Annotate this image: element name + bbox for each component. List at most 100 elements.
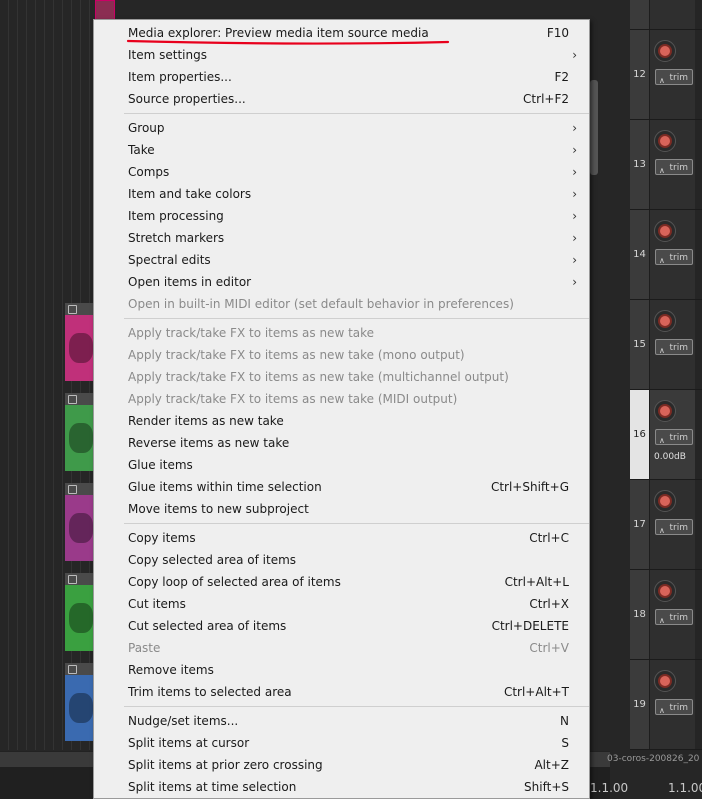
- menu-item-label: Copy items: [128, 531, 196, 545]
- menu-item-paste: Paste Ctrl+V: [94, 637, 589, 659]
- media-item[interactable]: [65, 573, 95, 651]
- submenu-arrow-icon: ›: [572, 231, 577, 245]
- trim-automation-button[interactable]: ∧ trim: [655, 69, 693, 85]
- menu-item-split-items-at-prior-zero-crossing[interactable]: Split items at prior zero crossing Alt+Z: [94, 754, 589, 776]
- menu-item-item-and-take-colors[interactable]: Item and take colors ›: [94, 183, 589, 205]
- record-arm-button[interactable]: [654, 310, 676, 332]
- track-header[interactable]: 13 ∧ trim: [630, 120, 702, 210]
- record-arm-button[interactable]: [654, 400, 676, 422]
- track-meter: [695, 30, 702, 119]
- record-arm-button[interactable]: [654, 40, 676, 62]
- trim-automation-button[interactable]: ∧ trim: [655, 699, 693, 715]
- media-item[interactable]: [65, 393, 95, 471]
- track-number[interactable]: 18: [630, 570, 650, 659]
- record-arm-button[interactable]: [654, 490, 676, 512]
- red-underline-annotation: [126, 39, 450, 45]
- menu-item-item-properties[interactable]: Item properties... F2: [94, 66, 589, 88]
- item-icon: [68, 664, 77, 674]
- track-number[interactable]: 15: [630, 300, 650, 389]
- track-header[interactable]: [630, 0, 702, 30]
- menu-item-move-items-to-new-subproject[interactable]: Move items to new subproject: [94, 498, 589, 520]
- record-arm-button[interactable]: [654, 220, 676, 242]
- menu-item-cut-selected-area-of-items[interactable]: Cut selected area of items Ctrl+DELETE: [94, 615, 589, 637]
- track-header[interactable]: 16 ∧ trim 0.00dB: [630, 390, 702, 480]
- menu-item-item-processing[interactable]: Item processing ›: [94, 205, 589, 227]
- menu-separator: [124, 706, 589, 707]
- time-label: 1.1.00: [590, 781, 629, 795]
- track-number[interactable]: 13: [630, 120, 650, 209]
- track-header[interactable]: 19 ∧ trim: [630, 660, 702, 750]
- media-item[interactable]: [65, 483, 95, 561]
- track-meter: [695, 0, 702, 29]
- menu-item-shortcut: Ctrl+Shift+G: [490, 480, 569, 494]
- track-number[interactable]: 16: [630, 390, 650, 479]
- trim-label: trim: [669, 523, 689, 533]
- grid-line: [53, 0, 54, 750]
- menu-item-glue-items[interactable]: Glue items: [94, 454, 589, 476]
- menu-item-apply-track-take-fx-to-items-as-new-take-multichannel-output: Apply track/take FX to items as new take…: [94, 366, 589, 388]
- track-number[interactable]: 12: [630, 30, 650, 119]
- trim-automation-button[interactable]: ∧ trim: [655, 609, 693, 625]
- track-volume: 0.00dB: [654, 452, 686, 462]
- trim-automation-button[interactable]: ∧ trim: [655, 519, 693, 535]
- trim-automation-button[interactable]: ∧ trim: [655, 429, 693, 445]
- track-meter: [695, 390, 702, 479]
- track-header[interactable]: 17 ∧ trim: [630, 480, 702, 570]
- menu-item-reverse-items-as-new-take[interactable]: Reverse items as new take: [94, 432, 589, 454]
- menu-item-split-items-at-cursor[interactable]: Split items at cursor S: [94, 732, 589, 754]
- track-header[interactable]: 12 ∧ trim: [630, 30, 702, 120]
- menu-item-render-items-as-new-take[interactable]: Render items as new take: [94, 410, 589, 432]
- menu-item-copy-selected-area-of-items[interactable]: Copy selected area of items: [94, 549, 589, 571]
- envelope-icon: ∧: [659, 256, 665, 265]
- menu-item-copy-loop-of-selected-area-of-items[interactable]: Copy loop of selected area of items Ctrl+…: [94, 571, 589, 593]
- menu-item-label: Comps: [128, 165, 170, 179]
- menu-item-open-items-in-editor[interactable]: Open items in editor ›: [94, 271, 589, 293]
- item-icon: [68, 394, 77, 404]
- record-arm-button[interactable]: [654, 130, 676, 152]
- menu-item-copy-items[interactable]: Copy items Ctrl+C: [94, 527, 589, 549]
- media-item[interactable]: [65, 303, 95, 381]
- menu-item-group[interactable]: Group ›: [94, 117, 589, 139]
- grid-line: [17, 0, 18, 750]
- menu-item-glue-items-within-time-selection[interactable]: Glue items within time selection Ctrl+Shi…: [94, 476, 589, 498]
- menu-item-source-properties[interactable]: Source properties... Ctrl+F2: [94, 88, 589, 110]
- menu-item-split-items-at-time-selection[interactable]: Split items at time selection Shift+S: [94, 776, 589, 798]
- grid-line: [62, 0, 63, 750]
- track-meter: [695, 570, 702, 659]
- menu-item-label: Source properties...: [128, 92, 246, 106]
- menu-item-shortcut: Ctrl+DELETE: [491, 619, 569, 633]
- waveform: [69, 513, 93, 543]
- trim-label: trim: [669, 73, 689, 83]
- record-arm-button[interactable]: [654, 670, 676, 692]
- vertical-scrollbar-thumb[interactable]: [590, 80, 598, 175]
- menu-item-stretch-markers[interactable]: Stretch markers ›: [94, 227, 589, 249]
- trim-automation-button[interactable]: ∧ trim: [655, 159, 693, 175]
- record-arm-button[interactable]: [654, 580, 676, 602]
- track-number[interactable]: 14: [630, 210, 650, 299]
- item-icon: [68, 574, 77, 584]
- envelope-icon: ∧: [659, 76, 665, 85]
- menu-item-label: Group: [128, 121, 165, 135]
- menu-item-cut-items[interactable]: Cut items Ctrl+X: [94, 593, 589, 615]
- menu-item-trim-items-to-selected-area[interactable]: Trim items to selected area Ctrl+Alt+T: [94, 681, 589, 703]
- trim-automation-button[interactable]: ∧ trim: [655, 339, 693, 355]
- track-header[interactable]: 18 ∧ trim: [630, 570, 702, 660]
- track-number[interactable]: 19: [630, 660, 650, 749]
- trim-automation-button[interactable]: ∧ trim: [655, 249, 693, 265]
- menu-item-label: Glue items within time selection: [128, 480, 322, 494]
- menu-item-comps[interactable]: Comps ›: [94, 161, 589, 183]
- trim-label: trim: [669, 703, 689, 713]
- track-header[interactable]: 14 ∧ trim: [630, 210, 702, 300]
- menu-item-label: Copy loop of selected area of items: [128, 575, 341, 589]
- media-item[interactable]: [65, 663, 95, 741]
- envelope-icon: ∧: [659, 706, 665, 715]
- menu-item-spectral-edits[interactable]: Spectral edits ›: [94, 249, 589, 271]
- grid-line: [44, 0, 45, 750]
- menu-item-label: Item properties...: [128, 70, 232, 84]
- menu-item-remove-items[interactable]: Remove items: [94, 659, 589, 681]
- track-header[interactable]: 15 ∧ trim: [630, 300, 702, 390]
- track-number[interactable]: 17: [630, 480, 650, 569]
- menu-item-open-in-built-in-midi-editor-set-default-behavior-in-preferences: Open in built-in MIDI editor (set defaul…: [94, 293, 589, 315]
- menu-item-nudge-set-items[interactable]: Nudge/set items... N: [94, 710, 589, 732]
- menu-item-take[interactable]: Take ›: [94, 139, 589, 161]
